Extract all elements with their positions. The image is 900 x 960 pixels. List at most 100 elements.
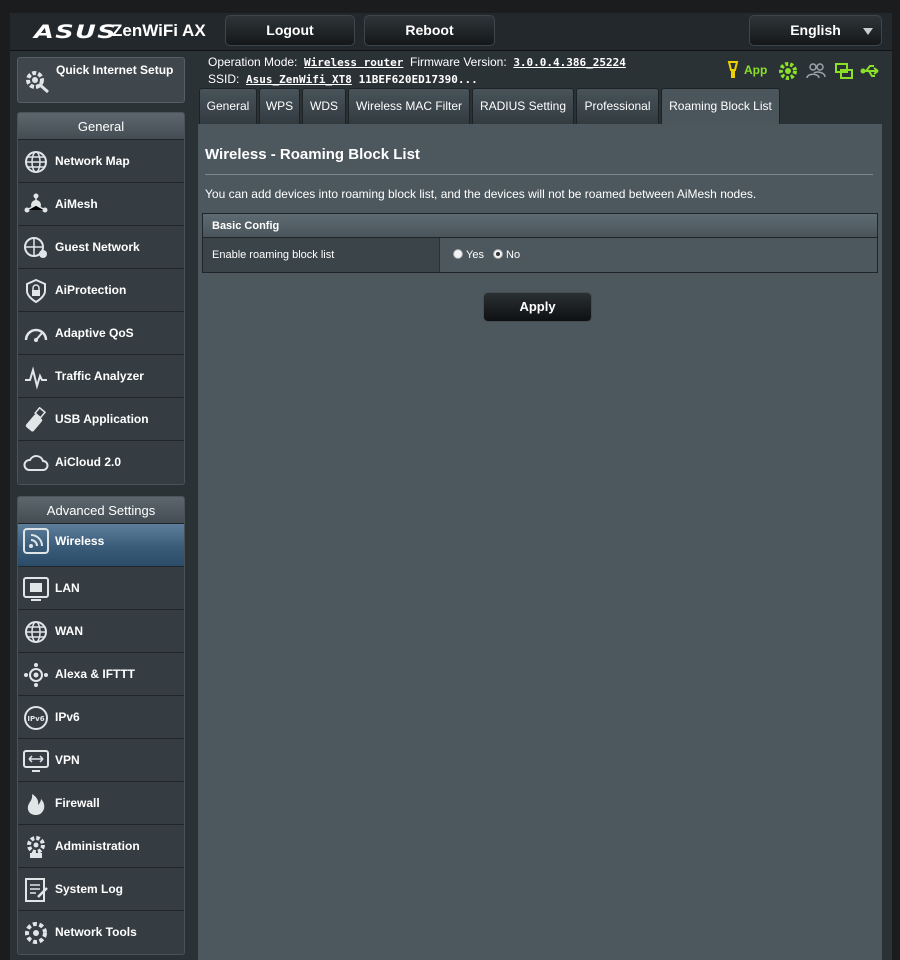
radio-no-label[interactable]: No — [506, 249, 520, 261]
alexa-icon — [23, 662, 49, 688]
firewall-icon — [23, 791, 49, 817]
sidebar-item-label: System Log — [55, 882, 124, 896]
language-value: English — [790, 22, 841, 38]
page-description: You can add devices into roaming block l… — [205, 187, 757, 201]
sidebar-item-label: Administration — [55, 839, 140, 853]
sidebar-item-label: AiMesh — [55, 197, 98, 211]
radio-yes-label[interactable]: Yes — [466, 249, 484, 261]
sidebar-item-wireless[interactable]: Wireless — [18, 524, 184, 567]
sidebar-item-label: LAN — [55, 581, 80, 595]
radio-yes[interactable] — [453, 249, 463, 259]
logout-button[interactable]: Logout — [225, 15, 355, 46]
administration-icon — [23, 834, 49, 860]
app-icon[interactable] — [726, 61, 740, 84]
sidebar-item-label: Network Tools — [55, 925, 137, 939]
sidebar-item-vpn[interactable]: VPN — [18, 739, 184, 782]
enable-roaming-row: Enable roaming block list Yes No — [203, 238, 877, 272]
tab-roaming-block-list[interactable]: Roaming Block List — [661, 88, 780, 124]
sidebar-item-guest-network[interactable]: Guest Network — [18, 226, 184, 269]
aicloud-icon — [23, 450, 49, 476]
guest-network-icon — [23, 235, 49, 261]
sidebar-item-label: IPv6 — [55, 710, 80, 724]
usb-status-icon[interactable] — [860, 61, 882, 86]
tab-radius-setting[interactable]: RADIUS Setting — [472, 88, 574, 124]
vpn-icon — [23, 748, 49, 774]
advanced-menu-header: Advanced Settings — [18, 497, 184, 524]
quick-internet-setup-button[interactable]: Quick Internet Setup — [17, 57, 185, 103]
sidebar-item-aiprotection[interactable]: AiProtection — [18, 269, 184, 312]
content-area: Wireless - Roaming Block List You can ad… — [198, 124, 882, 960]
ssid-link[interactable]: Asus_ZenWifi_XT8 — [246, 73, 352, 86]
sidebar-item-lan[interactable]: LAN — [18, 567, 184, 610]
tab-general[interactable]: General — [199, 88, 257, 124]
firmware-link[interactable]: 3.0.0.4.386_25224 — [513, 56, 626, 69]
general-menu-header: General — [18, 113, 184, 140]
section-header: Basic Config — [203, 214, 877, 238]
sidebar-item-label: AiProtection — [55, 283, 127, 297]
sidebar-item-label: Wireless — [55, 534, 105, 548]
top-bar: ASUS ZenWiFi AX Logout Reboot English — [10, 13, 892, 51]
sidebar-item-label: Alexa & IFTTT — [55, 667, 136, 681]
model-name: ZenWiFi AX — [112, 21, 206, 40]
sidebar-item-label: Guest Network — [55, 240, 140, 254]
svg-text:IPv6: IPv6 — [27, 715, 44, 723]
sidebar-item-firewall[interactable]: Firewall — [18, 782, 184, 825]
language-select[interactable]: English — [749, 15, 882, 46]
network-status-icon[interactable] — [834, 61, 854, 86]
tab-wps[interactable]: WPS — [259, 88, 300, 124]
basic-config-table: Basic Config Enable roaming block list Y… — [202, 213, 878, 273]
sidebar-item-aimesh[interactable]: AiMesh — [18, 183, 184, 226]
lan-icon — [23, 576, 49, 602]
advanced-menu: Advanced Settings Wireless LAN WAN Alexa… — [17, 496, 185, 955]
sidebar-item-label: Firewall — [55, 796, 100, 810]
main-panel: Operation Mode: Wireless router Firmware… — [196, 51, 892, 960]
apply-button[interactable]: Apply — [483, 292, 592, 322]
quick-setup-label: Quick Internet Setup — [56, 63, 174, 77]
clients-icon[interactable] — [806, 61, 826, 86]
enable-roaming-label: Enable roaming block list — [203, 238, 440, 272]
system-log-icon — [23, 877, 49, 903]
asus-logo: ASUS — [34, 21, 118, 43]
sidebar-item-usb-application[interactable]: USB Application — [18, 398, 184, 441]
sidebar: Quick Internet Setup General Network Map… — [10, 51, 196, 960]
firmware-label: Firmware Version: — [409, 55, 507, 69]
tab-wds[interactable]: WDS — [302, 88, 346, 124]
radio-no[interactable] — [493, 249, 504, 259]
aiprotection-status-icon[interactable] — [778, 61, 798, 86]
app-label[interactable]: App — [744, 63, 767, 77]
sidebar-item-wan[interactable]: WAN — [18, 610, 184, 653]
sidebar-item-label: AiCloud 2.0 — [55, 455, 122, 469]
chevron-down-icon — [863, 28, 873, 35]
op-mode-label: Operation Mode: — [208, 55, 298, 69]
network-map-icon — [23, 149, 49, 175]
sidebar-item-label: Traffic Analyzer — [55, 369, 144, 383]
aiprotection-icon — [23, 278, 49, 304]
sidebar-item-label: USB Application — [55, 412, 149, 426]
tab-professional[interactable]: Professional — [576, 88, 659, 124]
sidebar-item-adaptive-qos[interactable]: Adaptive QoS — [18, 312, 184, 355]
sidebar-item-aicloud[interactable]: AiCloud 2.0 — [18, 441, 184, 484]
ssid-extra: 11BEF620ED17390... — [358, 73, 478, 86]
ssid-label: SSID: — [208, 72, 240, 86]
status-info: Operation Mode: Wireless router Firmware… — [208, 54, 626, 88]
sidebar-item-alexa[interactable]: Alexa & IFTTT — [18, 653, 184, 696]
sidebar-item-network-tools[interactable]: Network Tools — [18, 911, 184, 954]
title-divider — [205, 174, 873, 175]
sidebar-item-traffic-analyzer[interactable]: Traffic Analyzer — [18, 355, 184, 398]
sidebar-item-ipv6[interactable]: IPv6 IPv6 — [18, 696, 184, 739]
enable-roaming-options: Yes No — [453, 238, 520, 272]
general-menu: General Network Map AiMesh Guest Network… — [17, 112, 185, 485]
sidebar-item-administration[interactable]: Administration — [18, 825, 184, 868]
aimesh-icon — [23, 192, 49, 218]
page-title: Wireless - Roaming Block List — [205, 146, 420, 163]
reboot-button[interactable]: Reboot — [364, 15, 495, 46]
sidebar-item-label: Network Map — [55, 154, 130, 168]
sidebar-item-system-log[interactable]: System Log — [18, 868, 184, 911]
wireless-icon — [23, 528, 49, 554]
sidebar-item-label: VPN — [55, 753, 80, 767]
quick-setup-icon — [24, 66, 50, 99]
op-mode-link[interactable]: Wireless router — [304, 56, 403, 69]
tab-wireless-mac-filter[interactable]: Wireless MAC Filter — [348, 88, 470, 124]
sidebar-item-network-map[interactable]: Network Map — [18, 140, 184, 183]
usb-icon — [23, 406, 49, 433]
